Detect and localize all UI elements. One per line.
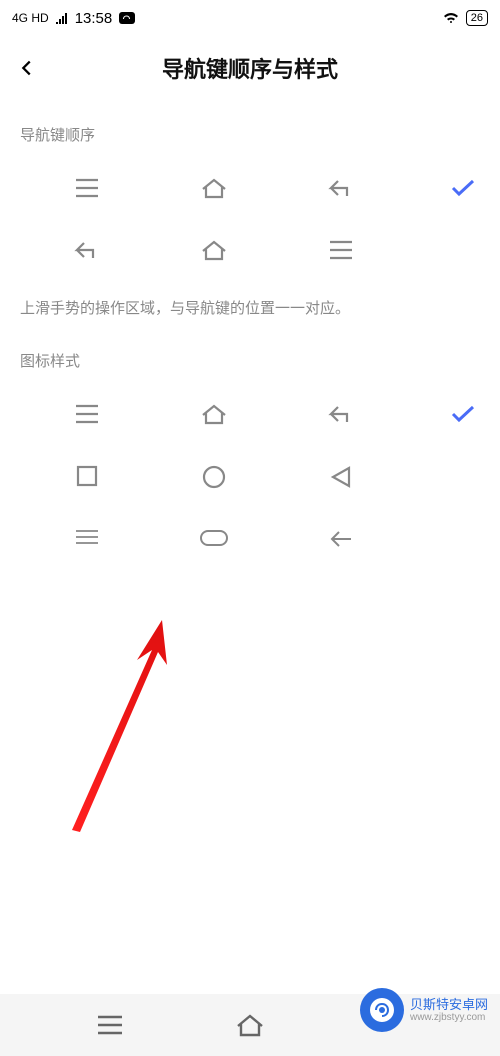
status-bar: 4G HD 13:58 26 — [0, 0, 500, 36]
style-option-2[interactable] — [0, 445, 500, 509]
style-option-3[interactable] — [0, 509, 500, 569]
status-right: 26 — [442, 10, 488, 26]
menu-icon — [67, 177, 107, 199]
nav-home-icon[interactable] — [235, 1013, 265, 1037]
status-time: 13:58 — [75, 10, 113, 27]
order-hint: 上滑手势的操作区域，与导航键的位置一一对应。 — [0, 281, 500, 326]
arrow-left-icon — [321, 529, 361, 549]
thin-menu-icon — [67, 529, 107, 549]
menu-icon — [321, 239, 361, 261]
home-icon — [194, 403, 234, 425]
back-icon — [67, 239, 107, 261]
watermark-url: www.zjbstyy.com — [410, 1012, 488, 1023]
watermark-logo-icon — [360, 988, 404, 1032]
order-section-label: 导航键顺序 — [0, 100, 500, 157]
style-option-1[interactable] — [0, 383, 500, 445]
triangle-icon — [321, 465, 361, 489]
home-icon — [194, 177, 234, 199]
menu-icon — [67, 403, 107, 425]
page-header: 导航键顺序与样式 — [0, 36, 500, 100]
order-option-2[interactable] — [0, 219, 500, 281]
page-title: 导航键顺序与样式 — [16, 52, 484, 84]
status-left: 4G HD 13:58 — [12, 10, 136, 27]
wifi-icon — [442, 11, 460, 25]
order-option-1[interactable] — [0, 157, 500, 219]
check-icon — [450, 404, 476, 424]
nav-menu-icon[interactable] — [96, 1014, 124, 1036]
network-indicator: 4G HD — [12, 11, 49, 25]
style-section-label: 图标样式 — [0, 326, 500, 383]
signal-bars-icon — [55, 12, 69, 24]
watermark-name: 贝斯特安卓网 — [410, 997, 488, 1013]
square-icon — [67, 465, 107, 489]
back-icon — [321, 403, 361, 425]
back-button[interactable] — [16, 57, 38, 79]
battery-indicator: 26 — [466, 10, 488, 26]
back-icon — [321, 177, 361, 199]
watermark: 贝斯特安卓网 www.zjbstyy.com — [360, 988, 488, 1032]
circle-icon — [194, 465, 234, 489]
pill-icon — [194, 529, 234, 549]
home-icon — [194, 239, 234, 261]
cloud-icon — [118, 11, 136, 25]
check-icon — [450, 178, 476, 198]
annotation-arrow — [62, 620, 202, 840]
